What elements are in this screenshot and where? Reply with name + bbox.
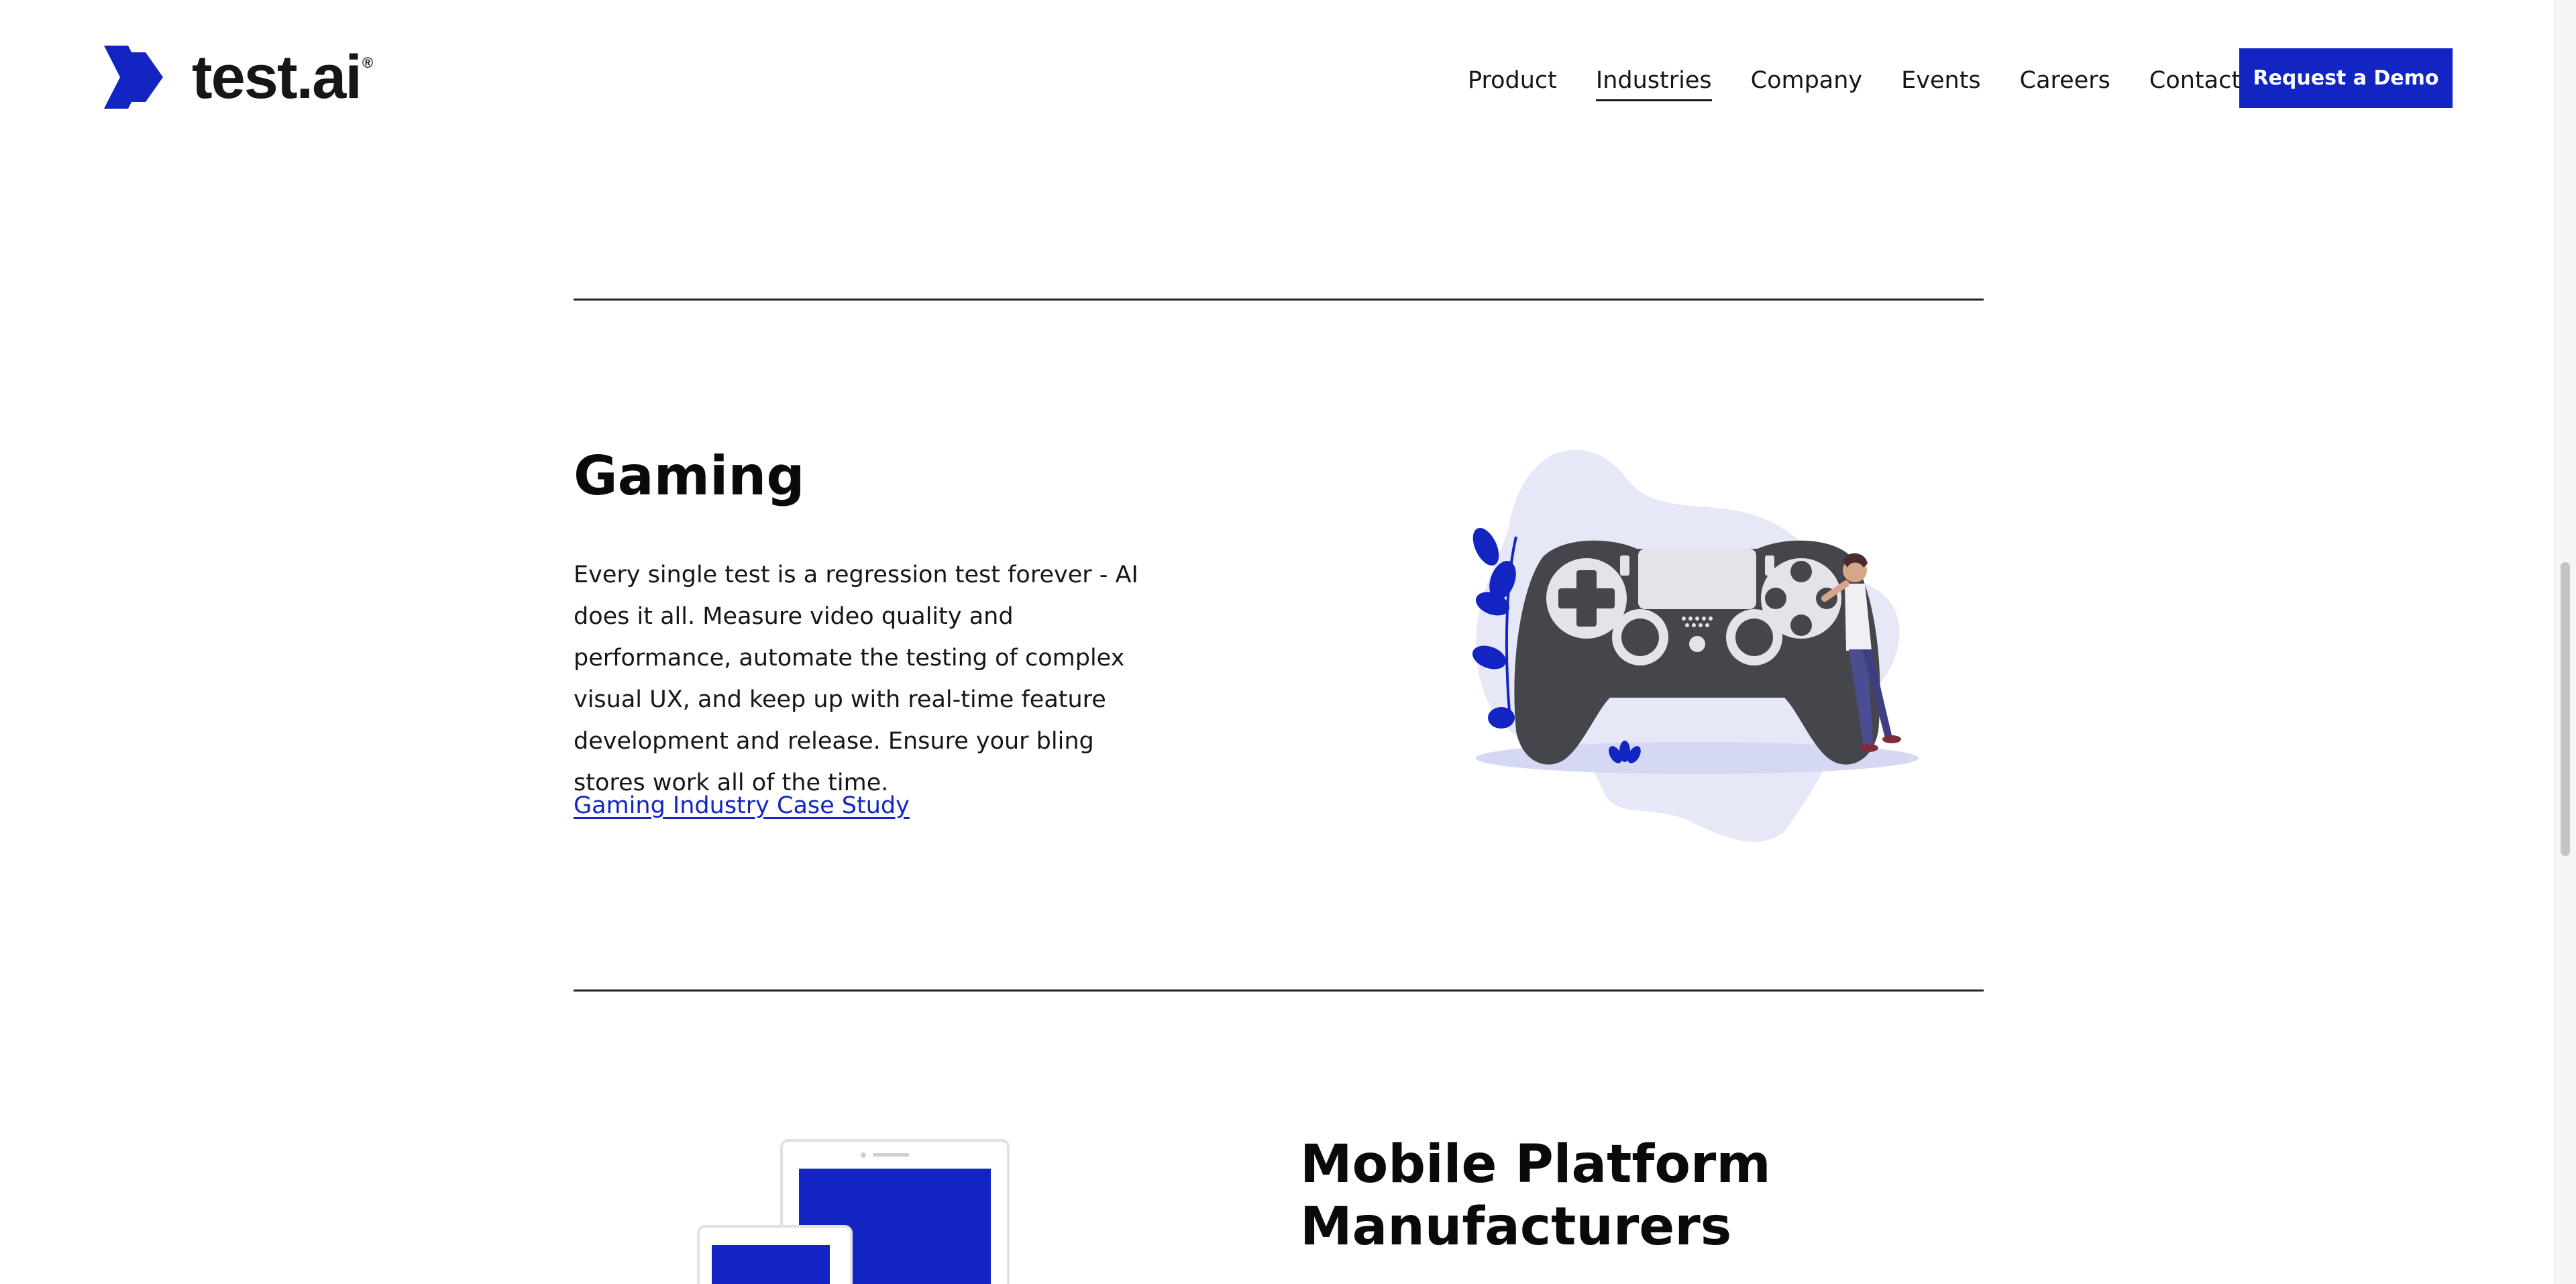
nav-product[interactable]: Product — [1468, 64, 1557, 101]
request-demo-button[interactable]: Request a Demo — [2239, 48, 2453, 108]
nav-events[interactable]: Events — [1901, 64, 1981, 101]
nav-careers[interactable]: Careers — [2020, 64, 2110, 101]
scrollbar-track[interactable] — [2554, 0, 2576, 1284]
nav-contact[interactable]: Contact — [2149, 64, 2241, 101]
mobile-title-line-2: Manufacturers — [1300, 1197, 1732, 1257]
section-divider — [574, 299, 1984, 301]
main-nav: Product Industries Company Events Career… — [1468, 64, 2279, 101]
site-header: test.ai® Product Industries Company Even… — [0, 0, 2555, 154]
mobile-platform-title: Mobile Platform Manufacturers — [1300, 1134, 1771, 1259]
logo-text: test.ai® — [192, 43, 373, 111]
devices-illustration-icon — [697, 1139, 1010, 1284]
mobile-title-line-1: Mobile Platform — [1300, 1134, 1771, 1195]
section-divider — [574, 989, 1984, 992]
gaming-case-study-link[interactable]: Gaming Industry Case Study — [574, 785, 910, 826]
gamepad-illustration-icon — [1472, 449, 1919, 842]
logo-chevrons-icon — [104, 46, 163, 109]
gaming-title: Gaming — [574, 445, 805, 507]
scrollbar-thumb[interactable] — [2561, 562, 2570, 856]
nav-industries[interactable]: Industries — [1595, 64, 1712, 101]
gaming-description: Every single test is a regression test f… — [574, 561, 1138, 796]
nav-company[interactable]: Company — [1751, 64, 1863, 101]
logo[interactable]: test.ai® — [104, 43, 373, 111]
